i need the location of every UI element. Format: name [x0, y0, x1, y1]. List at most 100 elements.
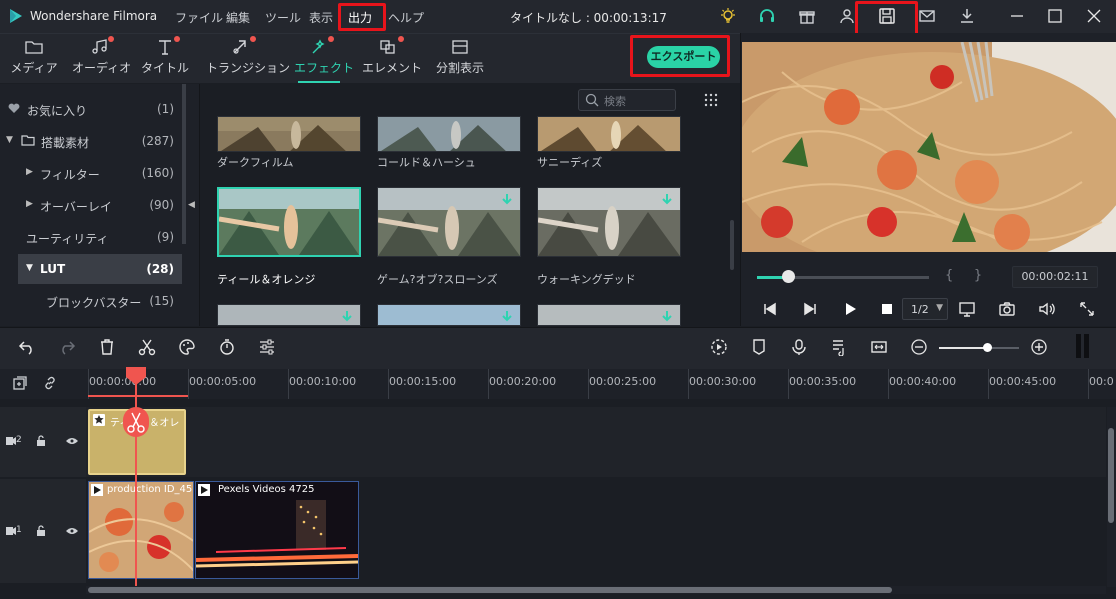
tab-media[interactable]: メディア — [8, 33, 60, 83]
menu-tools[interactable]: ツール — [265, 9, 301, 26]
effect-thumbnail[interactable] — [217, 116, 361, 152]
effect-thumbnail-selected[interactable] — [217, 187, 361, 257]
download-icon[interactable] — [662, 194, 672, 206]
play-icon[interactable] — [842, 301, 858, 317]
close-icon[interactable] — [1085, 7, 1103, 25]
sidebar-item-filters[interactable]: ▶ フィルター (160) — [0, 158, 182, 188]
download-icon[interactable] — [662, 311, 672, 323]
timeline-vertical-scrollbar-thumb[interactable] — [1108, 428, 1114, 523]
video-clip[interactable]: Pexels Videos 4725 — [195, 481, 359, 579]
track-number: 2 — [16, 435, 22, 445]
effect-thumbnail[interactable] — [377, 304, 521, 326]
sidebar-item-favorites[interactable]: お気に入り (1) — [0, 94, 182, 124]
previous-frame-icon[interactable] — [762, 301, 778, 317]
zoom-slider-handle[interactable] — [983, 343, 992, 352]
mail-icon[interactable] — [918, 7, 936, 25]
mark-in-out-brackets[interactable]: { } — [945, 268, 982, 283]
adjust-sliders-icon[interactable] — [258, 338, 276, 356]
menu-help[interactable]: ヘルプ — [388, 9, 424, 26]
render-preview-icon[interactable] — [710, 338, 728, 356]
unlock-icon[interactable] — [36, 435, 46, 447]
tab-audio[interactable]: オーディオ — [72, 33, 131, 83]
eye-icon[interactable] — [66, 437, 78, 445]
sidebar-item-built-in[interactable]: ▼ 搭載素材 (287) — [0, 126, 182, 156]
tab-titles-label: タイトル — [140, 61, 189, 75]
highlight-export-button — [630, 35, 730, 77]
sidebar-scrollbar[interactable] — [182, 84, 186, 244]
sidebar-item-lut[interactable]: ▼ LUT (28) — [18, 254, 182, 284]
ruler-tick-label: 00:00:45:00 — [989, 375, 1057, 388]
volume-icon[interactable] — [1038, 300, 1056, 318]
snapshot-camera-icon[interactable] — [998, 300, 1016, 318]
video-clip[interactable]: production ID_451 — [88, 481, 194, 579]
maximize-icon[interactable] — [1046, 7, 1064, 25]
playback-scrubber[interactable] — [782, 270, 795, 283]
download-icon[interactable] — [502, 311, 512, 323]
eye-icon[interactable] — [66, 527, 78, 535]
timeline-horizontal-scrollbar-thumb[interactable] — [88, 587, 892, 593]
grid-view-icon[interactable] — [704, 93, 718, 107]
effect-thumbnail[interactable] — [377, 116, 521, 152]
fullscreen-icon[interactable] — [1078, 300, 1096, 318]
playhead-handle[interactable] — [126, 367, 146, 385]
effect-thumbnail[interactable] — [537, 116, 681, 152]
redo-icon[interactable] — [58, 338, 76, 356]
new-dot — [328, 36, 334, 42]
add-track-icon[interactable] — [12, 375, 28, 391]
sidebar-item-utility[interactable]: ユーティリティ (9) — [0, 222, 182, 252]
bulb-icon[interactable] — [719, 7, 737, 25]
download-icon[interactable] — [958, 7, 976, 25]
effect-thumbnail[interactable] — [537, 304, 681, 326]
star-badge — [93, 414, 105, 426]
tab-transitions[interactable]: トランジション — [206, 33, 290, 83]
vineyard-image — [218, 117, 360, 151]
menu-view[interactable]: 表示 — [309, 9, 333, 26]
ruler-tick-label: 00:0 — [1089, 375, 1114, 388]
tab-effects[interactable]: エフェクト — [294, 33, 354, 83]
tab-split-screen[interactable]: 分割表示 — [432, 33, 488, 83]
sidebar-item-blockbuster[interactable]: ブロックバスター (15) — [0, 286, 182, 316]
unlock-icon[interactable] — [36, 525, 46, 537]
zoom-out-icon[interactable] — [910, 338, 928, 356]
account-icon[interactable] — [838, 7, 856, 25]
color-palette-icon[interactable] — [178, 338, 196, 356]
ruler-tick-label: 00:00:35:00 — [789, 375, 857, 388]
delete-icon[interactable] — [98, 338, 116, 356]
collapse-sidebar-arrow-icon[interactable]: ◀ — [188, 200, 195, 210]
audio-mixer-icon[interactable] — [830, 338, 848, 356]
tab-titles[interactable]: タイトル — [140, 33, 190, 83]
browser-scrollbar[interactable] — [730, 220, 734, 270]
effect-thumbnail[interactable] — [217, 304, 361, 326]
speed-timer-icon[interactable] — [218, 338, 236, 356]
track-number: 1 — [16, 525, 22, 535]
effect-thumbnail[interactable] — [377, 187, 521, 257]
display-settings-icon[interactable] — [958, 300, 976, 318]
heart-icon — [8, 103, 20, 113]
undo-icon[interactable] — [18, 338, 36, 356]
effect-label: ゲーム?オブ?スローンズ — [377, 273, 498, 286]
zoom-in-icon[interactable] — [1030, 338, 1048, 356]
download-icon[interactable] — [502, 194, 512, 206]
effect-thumbnail[interactable] — [537, 187, 681, 257]
audio-meter-right — [1084, 334, 1089, 358]
menu-edit[interactable]: 編集 — [226, 9, 250, 26]
playback-resolution-select[interactable]: 1/2 ▼ — [902, 298, 948, 320]
minimize-icon[interactable] — [1008, 7, 1026, 25]
stop-icon[interactable] — [880, 302, 894, 316]
microphone-icon[interactable] — [790, 338, 808, 356]
track-lane-video-2[interactable] — [86, 407, 1106, 477]
headset-icon[interactable] — [758, 7, 776, 25]
link-icon[interactable] — [42, 375, 58, 391]
split-scissors-button[interactable] — [123, 407, 149, 437]
fit-timeline-icon[interactable] — [870, 338, 888, 356]
marker-icon[interactable] — [750, 338, 768, 356]
download-icon[interactable] — [342, 311, 352, 323]
cut-icon[interactable] — [138, 338, 156, 356]
next-frame-icon[interactable] — [802, 301, 818, 317]
gift-icon[interactable] — [798, 7, 816, 25]
sidebar-item-overlays[interactable]: ▶ オーバーレイ (90) — [0, 190, 182, 220]
menu-file[interactable]: ファイル — [175, 9, 223, 26]
tab-elements[interactable]: エレメント — [362, 33, 422, 83]
video-clip-label: production ID_451 — [107, 484, 194, 495]
ruler-tick-label: 00:00:00:00 — [89, 375, 157, 388]
